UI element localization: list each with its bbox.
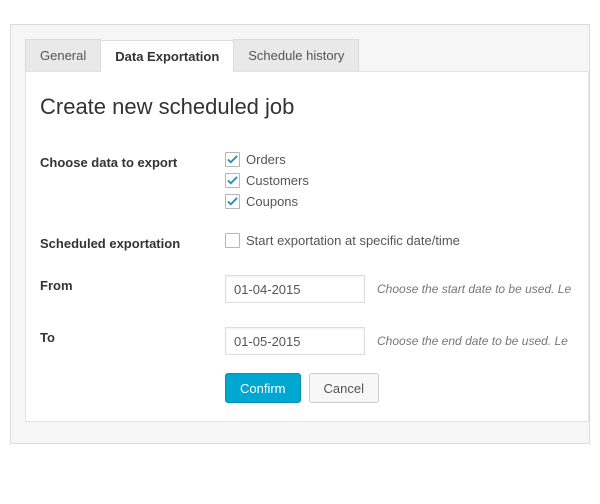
- label-choose-data: Choose data to export: [40, 152, 225, 170]
- row-scheduled: Scheduled exportation Start exportation …: [40, 221, 588, 263]
- hint-to: Choose the end date to be used. Le: [377, 334, 568, 348]
- input-to-date[interactable]: [225, 327, 365, 355]
- checkbox-label: Orders: [246, 152, 286, 167]
- hint-from: Choose the start date to be used. Le: [377, 282, 571, 296]
- checkbox-coupons[interactable]: Coupons: [225, 194, 309, 209]
- scheduled-options: Start exportation at specific date/time: [225, 233, 460, 248]
- to-controls: Choose the end date to be used. Le: [225, 327, 568, 355]
- checkbox-label: Start exportation at specific date/time: [246, 233, 460, 248]
- row-choose-data: Choose data to export Orders Customers: [40, 140, 588, 221]
- tab-data-exportation[interactable]: Data Exportation: [100, 40, 234, 72]
- checkbox-label: Customers: [246, 173, 309, 188]
- row-to: To Choose the end date to be used. Le: [40, 315, 588, 367]
- settings-panel: General Data Exportation Schedule histor…: [10, 24, 590, 444]
- checkbox-start-specific[interactable]: Start exportation at specific date/time: [225, 233, 460, 248]
- tab-content: Create new scheduled job Choose data to …: [25, 71, 589, 422]
- tab-bar: General Data Exportation Schedule histor…: [25, 39, 589, 71]
- tab-general[interactable]: General: [25, 39, 101, 71]
- input-from-date[interactable]: [225, 275, 365, 303]
- page-title: Create new scheduled job: [40, 94, 588, 120]
- label-scheduled: Scheduled exportation: [40, 233, 225, 251]
- checkbox-icon: [225, 233, 240, 248]
- tab-schedule-history[interactable]: Schedule history: [233, 39, 359, 71]
- checkbox-icon: [225, 173, 240, 188]
- checkbox-icon: [225, 152, 240, 167]
- checkbox-icon: [225, 194, 240, 209]
- from-controls: Choose the start date to be used. Le: [225, 275, 571, 303]
- cancel-button[interactable]: Cancel: [309, 373, 379, 403]
- checkbox-orders[interactable]: Orders: [225, 152, 309, 167]
- checkbox-label: Coupons: [246, 194, 298, 209]
- choose-data-options: Orders Customers Coupons: [225, 152, 309, 209]
- label-from: From: [40, 275, 225, 293]
- row-from: From Choose the start date to be used. L…: [40, 263, 588, 315]
- label-to: To: [40, 327, 225, 345]
- confirm-button[interactable]: Confirm: [225, 373, 301, 403]
- checkbox-customers[interactable]: Customers: [225, 173, 309, 188]
- button-row: Confirm Cancel: [225, 373, 588, 403]
